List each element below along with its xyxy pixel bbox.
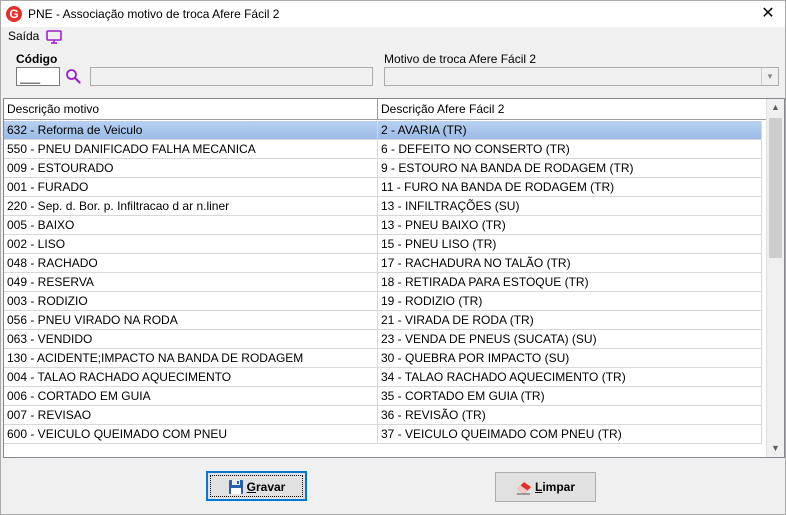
cell-descricao-motivo[interactable]: 002 - LISO bbox=[4, 235, 378, 254]
cell-descricao-afere[interactable]: 35 - CORTADO EM GUIA (TR) bbox=[378, 387, 762, 406]
window-title: PNE - Associação motivo de troca Afere F… bbox=[28, 7, 280, 21]
limpar-button[interactable]: Limpar bbox=[495, 472, 596, 502]
cell-descricao-afere[interactable]: 17 - RACHADURA NO TALÃO (TR) bbox=[378, 254, 762, 273]
table-row[interactable]: 550 - PNEU DANIFICADO FALHA MECANICA 6 - … bbox=[4, 140, 762, 159]
vertical-scrollbar[interactable]: ▲ ▼ bbox=[766, 99, 784, 457]
cell-descricao-motivo[interactable]: 600 - VEICULO QUEIMADO COM PNEU bbox=[4, 425, 378, 444]
cell-descricao-motivo[interactable]: 007 - REVISAO bbox=[4, 406, 378, 425]
cell-descricao-motivo[interactable]: 048 - RACHADO bbox=[4, 254, 378, 273]
cell-descricao-afere[interactable]: 6 - DEFEITO NO CONSERTO (TR) bbox=[378, 140, 762, 159]
table-row[interactable]: 004 - TALAO RACHADO AQUECIMENTO 34 - TALA… bbox=[4, 368, 762, 387]
scroll-down-icon[interactable]: ▼ bbox=[767, 440, 784, 457]
motivo-label: Motivo de troca Afere Fácil 2 bbox=[384, 52, 537, 66]
table-row[interactable]: 003 - RODIZIO 19 - RODIZIO (TR) bbox=[4, 292, 762, 311]
table-row[interactable]: 048 - RACHADO 17 - RACHADURA NO TALÃO (TR… bbox=[4, 254, 762, 273]
scroll-thumb[interactable] bbox=[769, 118, 782, 258]
codigo-description-field bbox=[90, 67, 373, 86]
table-row[interactable]: 130 - ACIDENTE;IMPACTO NA BANDA DE RODAG… bbox=[4, 349, 762, 368]
column-header-descricao-afere[interactable]: Descrição Afere Fácil 2 bbox=[378, 99, 766, 120]
cell-descricao-motivo[interactable]: 220 - Sep. d. Bor. p. Infiltracao d ar n… bbox=[4, 197, 378, 216]
app-logo-icon: G bbox=[6, 6, 22, 22]
table-row[interactable]: 049 - RESERVA 18 - RETIRADA PARA ESTOQUE … bbox=[4, 273, 762, 292]
cell-descricao-motivo[interactable]: 056 - PNEU VIRADO NA RODA bbox=[4, 311, 378, 330]
cell-descricao-motivo[interactable]: 550 - PNEU DANIFICADO FALHA MECANICA bbox=[4, 140, 378, 159]
table-row[interactable]: 009 - ESTOURADO 9 - ESTOURO NA BANDA DE R… bbox=[4, 159, 762, 178]
main-window: G PNE - Associação motivo de troca Afere… bbox=[0, 0, 786, 515]
motivos-grid: Descrição motivo Descrição Afere Fácil 2… bbox=[3, 98, 785, 458]
title-bar: G PNE - Associação motivo de troca Afere… bbox=[1, 1, 785, 27]
codigo-label: Código bbox=[16, 52, 58, 66]
cell-descricao-afere[interactable]: 9 - ESTOURO NA BANDA DE RODAGEM (TR) bbox=[378, 159, 762, 178]
cell-descricao-afere[interactable]: 18 - RETIRADA PARA ESTOQUE (TR) bbox=[378, 273, 762, 292]
cell-descricao-afere[interactable]: 37 - VEICULO QUEIMADO COM PNEU (TR) bbox=[378, 425, 762, 444]
gravar-label: ravar bbox=[255, 480, 286, 494]
menu-bar: Saída bbox=[1, 27, 785, 47]
cell-descricao-motivo[interactable]: 005 - BAIXO bbox=[4, 216, 378, 235]
cell-descricao-afere[interactable]: 19 - RODIZIO (TR) bbox=[378, 292, 762, 311]
column-header-descricao-motivo[interactable]: Descrição motivo bbox=[4, 99, 378, 120]
table-row[interactable]: 007 - REVISAO 36 - REVISÃO (TR) bbox=[4, 406, 762, 425]
menu-saida[interactable]: Saída bbox=[8, 29, 39, 43]
cell-descricao-motivo[interactable]: 004 - TALAO RACHADO AQUECIMENTO bbox=[4, 368, 378, 387]
grid-header: Descrição motivo Descrição Afere Fácil 2 bbox=[4, 99, 766, 120]
cell-descricao-afere[interactable]: 13 - INFILTRAÇÕES (SU) bbox=[378, 197, 762, 216]
cell-descricao-motivo[interactable]: 063 - VENDIDO bbox=[4, 330, 378, 349]
table-row[interactable]: 056 - PNEU VIRADO NA RODA 21 - VIRADA DE … bbox=[4, 311, 762, 330]
table-row[interactable]: 002 - LISO 15 - PNEU LISO (TR) bbox=[4, 235, 762, 254]
search-icon[interactable] bbox=[65, 68, 81, 84]
chevron-down-icon[interactable]: ▼ bbox=[761, 68, 778, 85]
cell-descricao-afere[interactable]: 15 - PNEU LISO (TR) bbox=[378, 235, 762, 254]
gravar-mnemonic: G bbox=[246, 480, 256, 494]
grid-rows: 632 - Reforma de Veiculo 2 - AVARIA (TR) 5… bbox=[4, 121, 762, 444]
table-row[interactable]: 001 - FURADO 11 - FURO NA BANDA DE RODAGE… bbox=[4, 178, 762, 197]
table-row[interactable]: 063 - VENDIDO 23 - VENDA DE PNEUS (SUCATA… bbox=[4, 330, 762, 349]
table-row[interactable]: 600 - VEICULO QUEIMADO COM PNEU 37 - VEIC… bbox=[4, 425, 762, 444]
cell-descricao-motivo[interactable]: 001 - FURADO bbox=[4, 178, 378, 197]
cell-descricao-motivo[interactable]: 130 - ACIDENTE;IMPACTO NA BANDA DE RODAG… bbox=[4, 349, 378, 368]
gravar-button[interactable]: Gravar bbox=[206, 471, 307, 501]
cell-descricao-afere[interactable]: 2 - AVARIA (TR) bbox=[378, 121, 762, 140]
cell-descricao-afere[interactable]: 23 - VENDA DE PNEUS (SUCATA) (SU) bbox=[378, 330, 762, 349]
cell-descricao-motivo[interactable]: 632 - Reforma de Veiculo bbox=[4, 121, 378, 140]
cell-descricao-afere[interactable]: 30 - QUEBRA POR IMPACTO (SU) bbox=[378, 349, 762, 368]
cell-descricao-motivo[interactable]: 049 - RESERVA bbox=[4, 273, 378, 292]
table-row[interactable]: 220 - Sep. d. Bor. p. Infiltracao d ar n… bbox=[4, 197, 762, 216]
table-row[interactable]: 005 - BAIXO 13 - PNEU BAIXO (TR) bbox=[4, 216, 762, 235]
monitor-icon[interactable] bbox=[46, 30, 62, 44]
cell-descricao-afere[interactable]: 21 - VIRADA DE RODA (TR) bbox=[378, 311, 762, 330]
cell-descricao-motivo[interactable]: 006 - CORTADO EM GUIA bbox=[4, 387, 378, 406]
limpar-label: impar bbox=[542, 480, 576, 494]
cell-descricao-afere[interactable]: 11 - FURO NA BANDA DE RODAGEM (TR) bbox=[378, 178, 762, 197]
codigo-input[interactable] bbox=[16, 67, 60, 86]
eraser-icon bbox=[516, 481, 531, 495]
table-row[interactable]: 006 - CORTADO EM GUIA 35 - CORTADO EM GUI… bbox=[4, 387, 762, 406]
cell-descricao-afere[interactable]: 36 - REVISÃO (TR) bbox=[378, 406, 762, 425]
scroll-up-icon[interactable]: ▲ bbox=[767, 99, 784, 116]
cell-descricao-afere[interactable]: 34 - TALAO RACHADO AQUECIMENTO (TR) bbox=[378, 368, 762, 387]
cell-descricao-afere[interactable]: 13 - PNEU BAIXO (TR) bbox=[378, 216, 762, 235]
cell-descricao-motivo[interactable]: 003 - RODIZIO bbox=[4, 292, 378, 311]
motivo-select[interactable]: ▼ bbox=[384, 67, 779, 86]
floppy-disk-icon bbox=[228, 479, 243, 494]
cell-descricao-motivo[interactable]: 009 - ESTOURADO bbox=[4, 159, 378, 178]
close-button[interactable]: ✕ bbox=[751, 1, 785, 27]
table-row[interactable]: 632 - Reforma de Veiculo 2 - AVARIA (TR) bbox=[4, 121, 762, 140]
